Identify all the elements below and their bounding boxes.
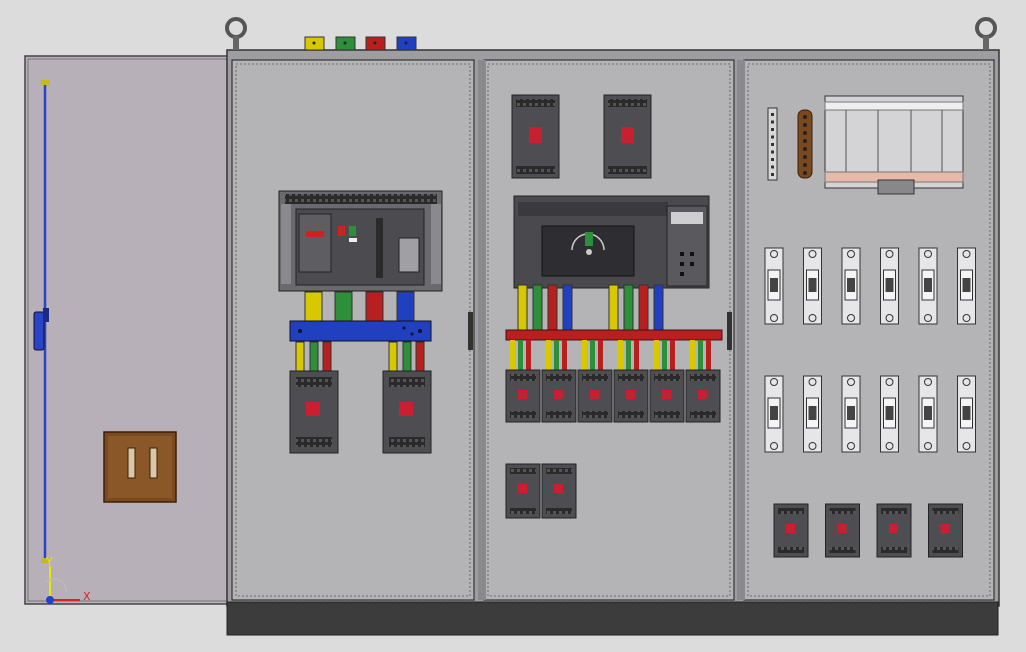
fuse-holder-8 — [803, 375, 822, 453]
section-right — [737, 59, 995, 601]
small-breaker-right-4 — [928, 503, 963, 558]
busbar-horizontal-middle — [505, 329, 723, 341]
small-breaker-right-3 — [876, 503, 912, 558]
neutral-bar — [797, 109, 813, 179]
section-middle — [478, 59, 735, 601]
plinth — [226, 601, 999, 636]
air-circuit-breaker — [278, 190, 443, 292]
axis-x-label: X — [83, 590, 91, 603]
automatic-transfer-switch — [513, 195, 710, 289]
open-door — [24, 55, 231, 605]
breaker-middle-4 — [613, 369, 649, 423]
terminal-strip — [767, 107, 778, 181]
fuse-holder-3 — [841, 247, 861, 325]
breaker-middle-2 — [541, 369, 577, 423]
fuse-holder-11 — [918, 375, 938, 453]
fuse-holder-9 — [841, 375, 861, 453]
fuse-holder-6 — [957, 247, 976, 325]
fuse-holder-7 — [764, 375, 784, 453]
document-pocket — [103, 431, 177, 503]
mccb-top-2 — [603, 94, 652, 179]
breaker-middle-6 — [685, 369, 721, 423]
isolator-switch — [824, 95, 964, 195]
fuse-holder-5 — [918, 247, 938, 325]
breaker-middle-3 — [577, 369, 613, 423]
electrical-cabinet-drawing: Y X — [0, 0, 1026, 652]
axis-y-label: Y — [45, 555, 53, 568]
fuse-holder-1 — [764, 247, 784, 325]
breaker-middle-5 — [649, 369, 685, 423]
fuse-holder-10 — [880, 375, 899, 453]
mccb-top-1 — [511, 94, 560, 179]
fuse-holder-12 — [957, 375, 976, 453]
fuse-holder-4 — [880, 247, 899, 325]
section-left — [231, 59, 475, 601]
breaker-middle-1 — [505, 369, 541, 423]
small-breaker-right-2 — [825, 503, 860, 558]
outgoing-breaker-left-2 — [382, 370, 432, 454]
outgoing-breaker-left-1 — [289, 370, 339, 454]
fuse-holder-2 — [803, 247, 822, 325]
small-breaker-right-1 — [773, 503, 809, 558]
busbar-horizontal-left — [289, 320, 432, 342]
